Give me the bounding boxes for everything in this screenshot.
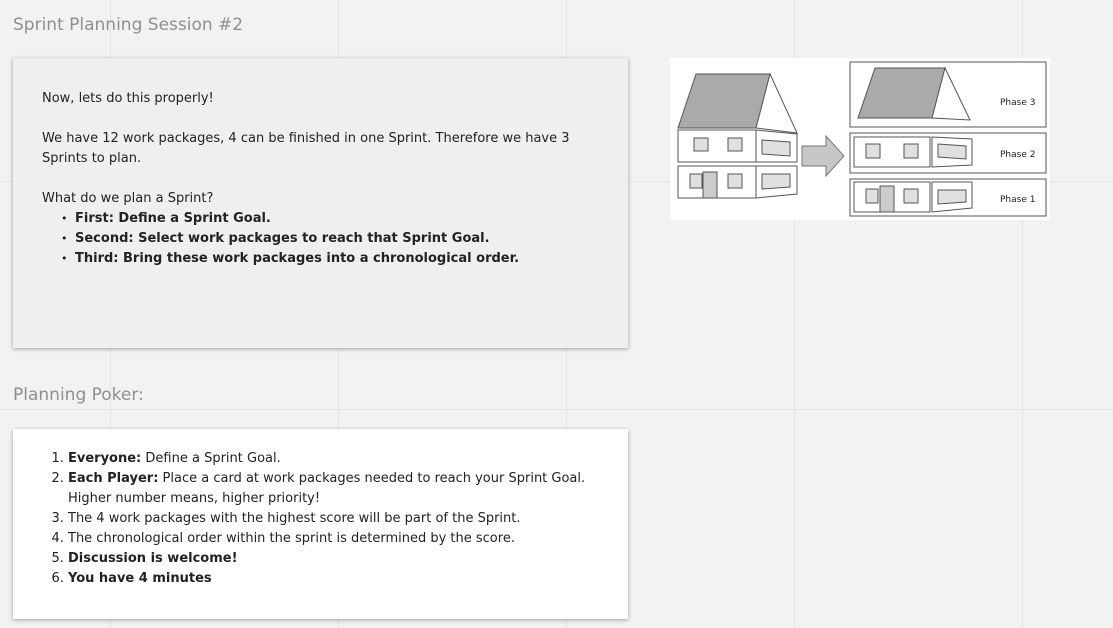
phase-2-box: Phase 2	[849, 132, 1047, 174]
phase-1-box: Phase 1	[849, 178, 1047, 217]
phase-2-label: Phase 2	[1000, 150, 1035, 160]
sprint-steps-list: First: Define a Sprint Goal. Second: Sel…	[42, 209, 600, 269]
phase-3-label: Phase 3	[1000, 98, 1035, 108]
note-paragraph: We have 12 work packages, 4 can be finis…	[42, 131, 570, 166]
list-item: Discussion is welcome!	[68, 549, 608, 569]
list-item: The chronological order within the sprin…	[68, 529, 608, 549]
phase-1-label: Phase 1	[1000, 195, 1035, 205]
poker-steps-list: Everyone: Define a Sprint Goal. Each Pla…	[13, 429, 628, 589]
list-item: Second: Select work packages to reach th…	[58, 229, 600, 249]
list-item: Third: Bring these work packages into a …	[58, 249, 600, 269]
house-phases-diagram[interactable]: Phase 3 Phase 2 Phase 1	[670, 58, 1050, 220]
list-item: The 4 work packages with the highest sco…	[68, 509, 608, 529]
note-intro: Now, lets do this properly!	[42, 91, 214, 106]
list-item: Each Player: Place a card at work packag…	[68, 469, 608, 509]
list-item: Everyone: Define a Sprint Goal.	[68, 449, 608, 469]
phase-3-box: Phase 3	[849, 61, 1047, 128]
frame-title-sprint-planning: Sprint Planning Session #2	[13, 15, 244, 35]
list-item: First: Define a Sprint Goal.	[58, 209, 600, 229]
frame-title-planning-poker: Planning Poker:	[13, 385, 144, 405]
sticky-note-planning-poker[interactable]: Everyone: Define a Sprint Goal. Each Pla…	[13, 429, 628, 619]
house-left-image	[677, 72, 798, 199]
list-item: You have 4 minutes	[68, 569, 608, 589]
sticky-note-sprint-planning[interactable]: Now, lets do this properly! We have 12 w…	[13, 58, 628, 348]
note-question: What do we plan a Sprint?	[42, 191, 214, 206]
arrow-icon	[801, 134, 845, 178]
